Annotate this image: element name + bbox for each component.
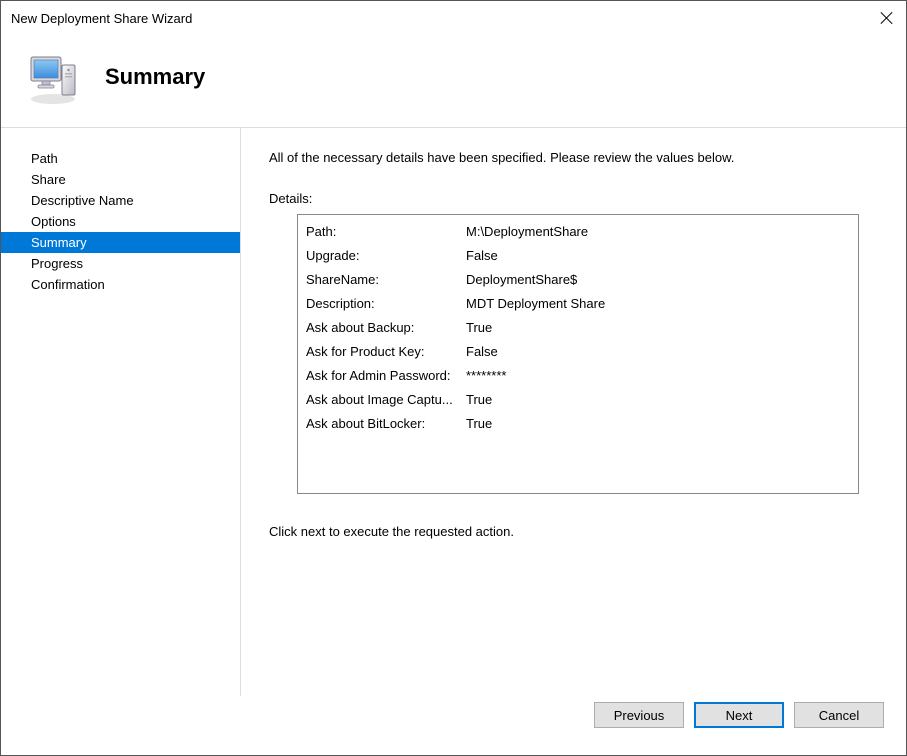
close-icon[interactable] [880,11,894,25]
detail-val: True [466,412,850,436]
detail-row: Description:MDT Deployment Share [306,292,850,316]
cancel-button[interactable]: Cancel [794,702,884,728]
detail-val: False [466,244,850,268]
detail-key: Ask for Product Key: [306,340,466,364]
deployment-icon [25,49,81,105]
sidebar-item-path[interactable]: Path [1,148,240,169]
detail-key: Description: [306,292,466,316]
detail-row: Ask for Admin Password:******** [306,364,850,388]
detail-val: True [466,388,850,412]
detail-val: M:\DeploymentShare [466,220,850,244]
wizard-steps: PathShareDescriptive NameOptionsSummaryP… [1,128,241,696]
detail-key: Ask about BitLocker: [306,412,466,436]
detail-key: Ask about Image Captu... [306,388,466,412]
detail-row: Ask about Image Captu...True [306,388,850,412]
details-box: Path:M:\DeploymentShareUpgrade:FalseShar… [297,214,859,494]
button-row: Previous Next Cancel [1,696,906,746]
detail-key: Ask for Admin Password: [306,364,466,388]
details-label: Details: [269,191,878,206]
sidebar-item-descriptive-name[interactable]: Descriptive Name [1,190,240,211]
titlebar: New Deployment Share Wizard [1,1,906,35]
detail-val: ******** [466,364,850,388]
detail-row: ShareName:DeploymentShare$ [306,268,850,292]
page-title: Summary [105,64,205,90]
main-panel: All of the necessary details have been s… [241,128,906,696]
detail-row: Upgrade:False [306,244,850,268]
footer-text: Click next to execute the requested acti… [269,524,878,539]
wizard-header: Summary [1,35,906,127]
previous-button[interactable]: Previous [594,702,684,728]
detail-key: ShareName: [306,268,466,292]
next-button[interactable]: Next [694,702,784,728]
detail-key: Ask about Backup: [306,316,466,340]
detail-val: DeploymentShare$ [466,268,850,292]
detail-row: Ask about BitLocker:True [306,412,850,436]
detail-key: Path: [306,220,466,244]
intro-text: All of the necessary details have been s… [269,150,878,165]
detail-row: Ask about Backup:True [306,316,850,340]
detail-row: Ask for Product Key:False [306,340,850,364]
detail-row: Path:M:\DeploymentShare [306,220,850,244]
sidebar-item-summary[interactable]: Summary [1,232,240,253]
detail-val: MDT Deployment Share [466,292,850,316]
window-title: New Deployment Share Wizard [11,11,192,26]
sidebar-item-share[interactable]: Share [1,169,240,190]
sidebar-item-progress[interactable]: Progress [1,253,240,274]
detail-val: True [466,316,850,340]
detail-key: Upgrade: [306,244,466,268]
sidebar-item-options[interactable]: Options [1,211,240,232]
detail-val: False [466,340,850,364]
sidebar-item-confirmation[interactable]: Confirmation [1,274,240,295]
